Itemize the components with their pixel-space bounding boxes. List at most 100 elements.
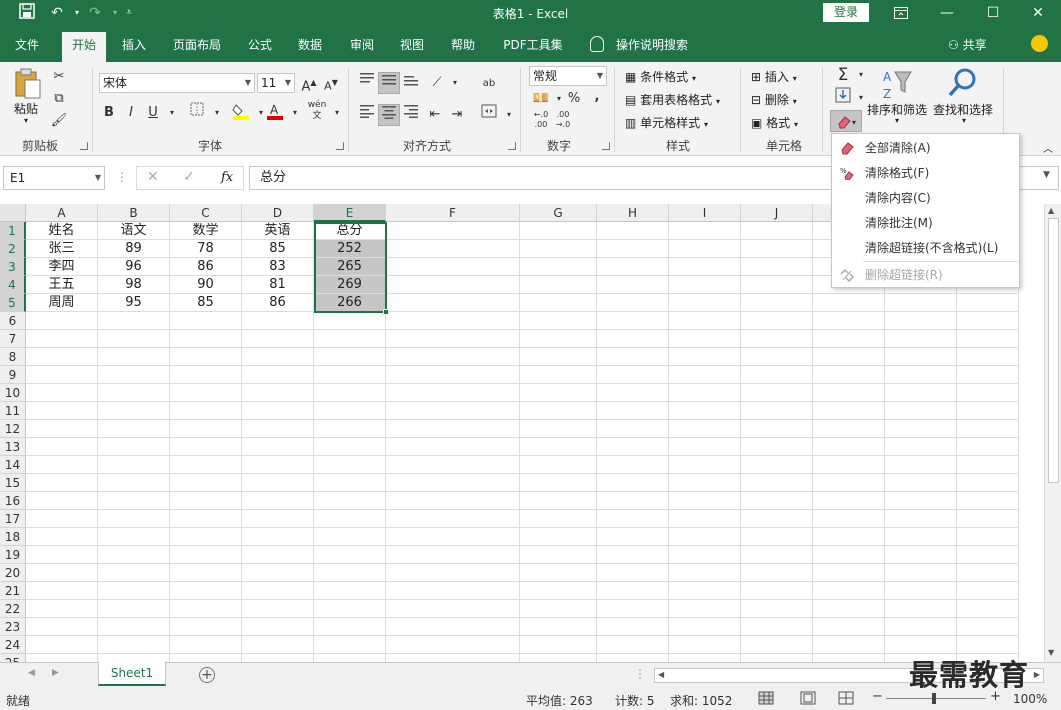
column-header-c[interactable]: C	[170, 204, 242, 222]
cell[interactable]	[957, 546, 1019, 564]
cell[interactable]	[669, 636, 741, 654]
cell-b1[interactable]: 语文	[98, 222, 170, 240]
cell[interactable]	[386, 636, 520, 654]
cell[interactable]	[386, 222, 520, 240]
tab-pdf-tools[interactable]: PDF工具集	[496, 32, 570, 62]
column-header-f[interactable]: F	[386, 204, 520, 222]
cell-c1[interactable]: 数学	[170, 222, 242, 240]
tab-insert[interactable]: 插入	[112, 32, 156, 62]
align-left-icon[interactable]	[356, 104, 378, 126]
cell[interactable]	[386, 456, 520, 474]
cell[interactable]	[957, 600, 1019, 618]
cell[interactable]	[597, 618, 669, 636]
cell[interactable]	[386, 474, 520, 492]
cell[interactable]	[26, 384, 98, 402]
cell[interactable]	[170, 348, 242, 366]
font-size-select[interactable]: 11 ▼	[257, 73, 295, 93]
cell[interactable]	[669, 438, 741, 456]
cell[interactable]	[170, 438, 242, 456]
align-middle-icon[interactable]	[378, 72, 400, 94]
merge-dropdown-icon[interactable]: ▾	[498, 104, 520, 126]
tab-page-layout[interactable]: 页面布局	[166, 32, 228, 62]
cell[interactable]	[98, 528, 170, 546]
cell[interactable]	[669, 330, 741, 348]
cell[interactable]	[741, 258, 813, 276]
row-header-21[interactable]: 21	[0, 582, 26, 600]
cell[interactable]	[386, 330, 520, 348]
cell[interactable]	[957, 456, 1019, 474]
cell[interactable]	[386, 420, 520, 438]
cell[interactable]	[170, 312, 242, 330]
cell[interactable]	[520, 330, 597, 348]
cell[interactable]	[669, 402, 741, 420]
cell[interactable]	[669, 258, 741, 276]
underline-dropdown-icon[interactable]: ▾	[161, 102, 183, 124]
cell[interactable]	[170, 528, 242, 546]
cell-a2[interactable]: 张三	[26, 240, 98, 258]
cell[interactable]	[314, 348, 386, 366]
cell[interactable]	[885, 582, 957, 600]
tab-home[interactable]: 开始	[62, 32, 106, 62]
cell[interactable]	[242, 420, 314, 438]
cell[interactable]	[314, 492, 386, 510]
ribbon-display-options-icon[interactable]	[878, 0, 924, 26]
cell[interactable]	[26, 348, 98, 366]
share-button[interactable]: ⚇ 共享	[948, 36, 987, 53]
cell[interactable]	[957, 438, 1019, 456]
cell[interactable]	[813, 456, 885, 474]
cell[interactable]	[98, 366, 170, 384]
cell-b5[interactable]: 95	[98, 294, 170, 312]
cell[interactable]	[669, 582, 741, 600]
cell[interactable]	[386, 492, 520, 510]
cell-c2[interactable]: 78	[170, 240, 242, 258]
tell-me-search[interactable]: 操作说明搜索	[610, 32, 694, 62]
cell[interactable]	[520, 546, 597, 564]
align-right-icon[interactable]	[400, 104, 422, 126]
vertical-scroll-thumb[interactable]	[1048, 218, 1059, 483]
next-sheet-icon[interactable]: ▶	[52, 668, 59, 678]
fill-color-icon[interactable]	[230, 102, 252, 124]
cell[interactable]	[813, 492, 885, 510]
sheet-tab-sheet1[interactable]: Sheet1	[98, 662, 166, 686]
cell[interactable]	[520, 420, 597, 438]
column-header-d[interactable]: D	[242, 204, 314, 222]
cell[interactable]	[597, 276, 669, 294]
cell[interactable]	[520, 438, 597, 456]
cell[interactable]	[242, 456, 314, 474]
page-layout-view-icon[interactable]	[800, 691, 816, 708]
cell[interactable]	[26, 618, 98, 636]
cell[interactable]	[520, 636, 597, 654]
conditional-format-button[interactable]: ▦ 条件格式 ▾	[625, 68, 696, 85]
cell[interactable]	[885, 600, 957, 618]
cell[interactable]	[813, 330, 885, 348]
magnifier-icon[interactable]	[946, 66, 980, 103]
cell[interactable]	[597, 240, 669, 258]
cell[interactable]	[741, 330, 813, 348]
row-header-1[interactable]: 1	[0, 222, 26, 240]
cell[interactable]	[314, 510, 386, 528]
cell[interactable]	[242, 438, 314, 456]
number-format-select[interactable]: 常规 ▼	[529, 66, 607, 86]
cell[interactable]	[597, 654, 669, 662]
cell[interactable]	[386, 438, 520, 456]
cell[interactable]	[314, 384, 386, 402]
cell[interactable]	[741, 492, 813, 510]
row-header-24[interactable]: 24	[0, 636, 26, 654]
cell-b3[interactable]: 96	[98, 258, 170, 276]
cell[interactable]	[26, 366, 98, 384]
cell[interactable]	[957, 366, 1019, 384]
cell[interactable]	[957, 330, 1019, 348]
cell[interactable]	[314, 636, 386, 654]
cell[interactable]	[386, 582, 520, 600]
cell-b4[interactable]: 98	[98, 276, 170, 294]
name-box[interactable]: E1 ▼	[3, 166, 105, 190]
cell[interactable]	[669, 492, 741, 510]
cell[interactable]	[26, 654, 98, 662]
cell[interactable]	[98, 564, 170, 582]
zoom-level[interactable]: 100%	[1013, 692, 1047, 706]
cell[interactable]	[669, 294, 741, 312]
row-header-2[interactable]: 2	[0, 240, 26, 258]
decrease-decimal-icon[interactable]: .00 →.0	[552, 110, 574, 132]
decrease-indent-icon[interactable]: ⇤	[424, 104, 446, 126]
cell[interactable]	[314, 654, 386, 662]
